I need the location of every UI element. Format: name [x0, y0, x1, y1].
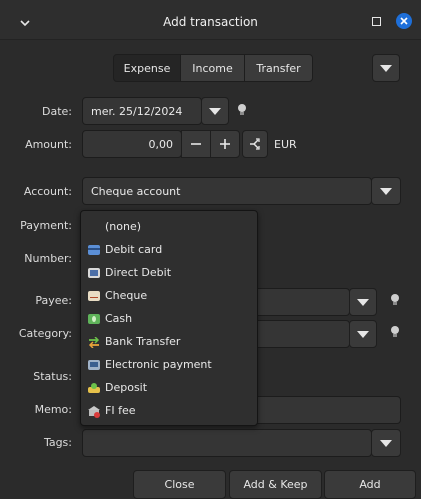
- tab-expense[interactable]: Expense: [113, 54, 181, 82]
- add-keep-button[interactable]: Add & Keep: [229, 470, 322, 499]
- options-menu-button[interactable]: [372, 54, 400, 82]
- maximize-icon[interactable]: [372, 17, 381, 26]
- number-label: Number:: [24, 252, 72, 265]
- memo-label: Memo:: [34, 403, 72, 416]
- deposit-icon: [88, 382, 100, 393]
- menu-item-none[interactable]: (none): [81, 215, 257, 238]
- chevron-down-icon: [380, 187, 392, 195]
- account-select[interactable]: Cheque account: [82, 177, 372, 205]
- card-icon: [88, 244, 100, 255]
- menu-item-label: Deposit: [105, 381, 148, 394]
- increase-amount-button[interactable]: [210, 130, 240, 158]
- menu-item-label: (none): [105, 220, 142, 233]
- menu-item-debit-card[interactable]: Debit card: [81, 238, 257, 261]
- menu-item-label: Cash: [105, 312, 133, 325]
- currency-label: EUR: [274, 138, 297, 151]
- tags-label: Tags:: [43, 436, 72, 449]
- menu-item-label: Direct Debit: [105, 266, 172, 279]
- window-title: Add transaction: [163, 15, 258, 29]
- menu-item-label: Electronic payment: [105, 358, 212, 371]
- cheque-icon: [88, 290, 100, 301]
- tags-dropdown-button[interactable]: [371, 429, 401, 457]
- category-lightbulb-icon[interactable]: [390, 325, 400, 342]
- chevron-down-icon: [380, 439, 392, 447]
- electronic-payment-icon: [88, 359, 100, 370]
- chevron-down-icon: [209, 107, 221, 115]
- date-value: mer. 25/12/2024: [91, 104, 183, 118]
- minus-icon: [191, 143, 201, 145]
- menu-item-fi-fee[interactable]: FI fee: [81, 399, 257, 422]
- menu-item-label: Cheque: [105, 289, 148, 302]
- chevron-down-icon: [357, 330, 369, 338]
- decrease-amount-button[interactable]: [181, 130, 211, 158]
- category-dropdown-button[interactable]: [349, 320, 377, 348]
- chevron-down-icon: [357, 298, 369, 306]
- payee-label: Payee:: [35, 294, 72, 307]
- transfer-icon: [88, 335, 100, 349]
- account-value: Cheque account: [91, 184, 181, 198]
- add-button[interactable]: Add: [324, 470, 416, 499]
- tags-input[interactable]: [82, 429, 372, 457]
- menu-item-label: FI fee: [105, 404, 136, 417]
- menu-item-cheque[interactable]: Cheque: [81, 284, 257, 307]
- chevron-down-icon: [380, 64, 392, 72]
- payment-label: Payment:: [20, 219, 72, 232]
- fee-icon: [88, 405, 100, 418]
- blank-icon: [88, 222, 100, 232]
- payment-dropdown-menu: (none) Debit card Direct Debit Cheque Ca…: [80, 210, 258, 426]
- date-picker-button[interactable]: [201, 97, 229, 125]
- payee-dropdown-button[interactable]: [349, 288, 377, 316]
- split-icon: [250, 138, 260, 150]
- payee-lightbulb-icon[interactable]: [390, 293, 400, 310]
- menu-item-electronic-payment[interactable]: Electronic payment: [81, 353, 257, 376]
- close-window-button[interactable]: [396, 13, 412, 29]
- tab-income[interactable]: Income: [180, 54, 245, 82]
- menu-item-cash[interactable]: Cash: [81, 307, 257, 330]
- status-label: Status:: [33, 370, 72, 383]
- direct-debit-icon: [88, 267, 100, 278]
- lightbulb-icon[interactable]: [237, 103, 247, 120]
- date-label: Date:: [42, 105, 72, 118]
- amount-value: 0,00: [148, 137, 174, 151]
- menu-item-label: Bank Transfer: [105, 335, 181, 348]
- menu-item-label: Debit card: [105, 243, 163, 256]
- close-button[interactable]: Close: [133, 470, 226, 499]
- amount-field[interactable]: 0,00: [82, 130, 182, 158]
- menu-item-direct-debit[interactable]: Direct Debit: [81, 261, 257, 284]
- split-amount-button[interactable]: [242, 130, 268, 158]
- account-label: Account:: [23, 185, 72, 198]
- tab-transfer[interactable]: Transfer: [244, 54, 313, 82]
- category-label: Category:: [18, 327, 72, 340]
- date-field[interactable]: mer. 25/12/2024: [82, 97, 202, 125]
- cash-icon: [88, 313, 100, 324]
- plus-icon: [220, 139, 230, 149]
- account-dropdown-button[interactable]: [371, 177, 401, 205]
- amount-label: Amount:: [25, 138, 72, 151]
- window-menu-chevron-icon[interactable]: [20, 17, 30, 30]
- menu-item-deposit[interactable]: Deposit: [81, 376, 257, 399]
- menu-item-bank-transfer[interactable]: Bank Transfer: [81, 330, 257, 353]
